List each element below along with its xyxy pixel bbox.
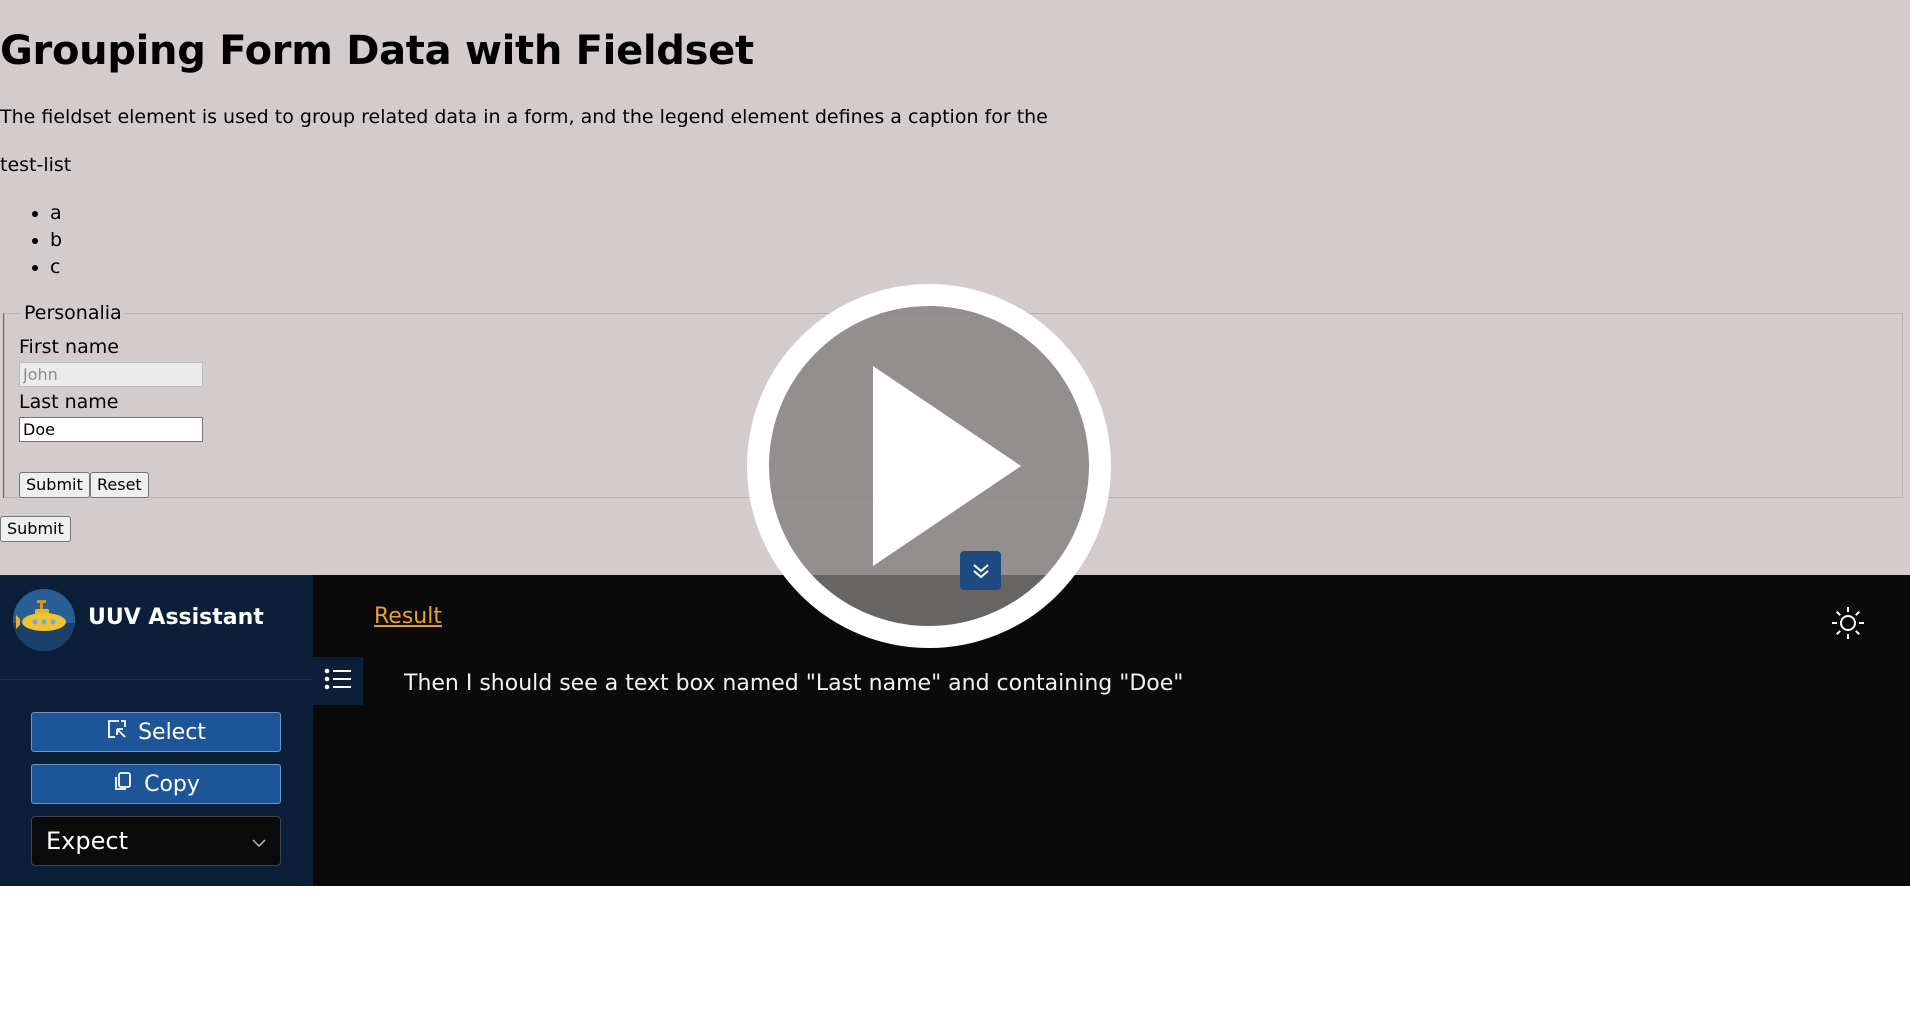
- test-list: a b c: [0, 200, 62, 281]
- mode-select[interactable]: Expect: [31, 816, 281, 866]
- copy-button-label: Copy: [144, 771, 200, 797]
- copy-icon: [112, 770, 134, 798]
- first-name-label: First name: [19, 336, 119, 358]
- list-item: b: [50, 227, 62, 254]
- select-icon: [106, 718, 128, 746]
- double-chevron-down-icon[interactable]: [960, 551, 1001, 590]
- last-name-input[interactable]: [19, 417, 203, 442]
- mode-select-value: Expect: [46, 827, 128, 855]
- sidebar-divider: [0, 679, 313, 680]
- play-icon[interactable]: [747, 284, 1111, 648]
- reset-button[interactable]: Reset: [90, 472, 149, 498]
- copy-button[interactable]: Copy: [31, 764, 281, 804]
- list-item: c: [50, 254, 62, 281]
- last-name-label: Last name: [19, 391, 119, 413]
- select-button-label: Select: [138, 719, 206, 745]
- page-title: Grouping Form Data with Fieldset: [0, 28, 754, 74]
- assistant-sidebar: UUV Assistant Select Copy Expect: [0, 575, 313, 886]
- chevron-down-icon: [250, 830, 268, 858]
- result-sentence: Then I should see a text box named "Last…: [404, 671, 1184, 696]
- submit-button[interactable]: Submit: [19, 472, 90, 498]
- select-button[interactable]: Select: [31, 712, 281, 752]
- list-item: a: [50, 200, 62, 227]
- assistant-title: UUV Assistant: [88, 605, 264, 630]
- first-name-input[interactable]: [19, 362, 203, 387]
- list-toggle-button[interactable]: [313, 657, 363, 705]
- outer-submit-button[interactable]: Submit: [0, 516, 71, 542]
- fieldset-legend: Personalia: [24, 302, 122, 324]
- submarine-logo: [13, 589, 75, 651]
- test-list-label: test-list: [0, 154, 72, 176]
- list-icon: [324, 666, 352, 696]
- sun-icon[interactable]: [1830, 605, 1866, 645]
- page-description: The fieldset element is used to group re…: [0, 106, 1048, 128]
- result-tab[interactable]: Result: [374, 604, 442, 629]
